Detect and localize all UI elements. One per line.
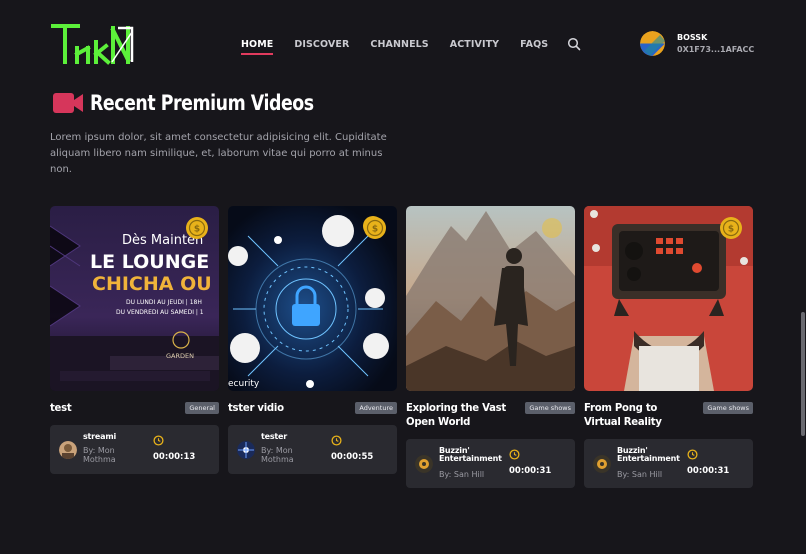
coin-icon: $: [364, 217, 386, 239]
coin-icon: $: [720, 217, 742, 239]
search-icon[interactable]: [567, 37, 581, 51]
video-meta: Buzzin' Entertainment By: San Hill 00:00…: [584, 439, 753, 488]
video-thumbnail[interactable]: ecurity $: [228, 206, 397, 391]
section-header: Recent Premium Videos: [52, 90, 333, 116]
video-thumbnail[interactable]: Dès Mainten LE LOUNGE CHICHA OU DU LUNDI…: [50, 206, 219, 391]
author-name: By: San Hill: [439, 470, 485, 479]
category-badge: Adventure: [355, 402, 397, 414]
video-title[interactable]: test: [50, 401, 72, 415]
mountain-thumbnail-image: [406, 206, 575, 391]
svg-text:$: $: [372, 225, 378, 235]
channel-name[interactable]: Buzzin' Entertainment: [439, 447, 502, 463]
category-badge: Game shows: [525, 402, 575, 414]
author-name: By: Mon Mothma: [83, 446, 116, 464]
video-duration: 00:00:31: [509, 466, 552, 476]
main-nav: HOME DISCOVER CHANNELS ACTIVITY FAQS: [241, 37, 581, 55]
page-title: Recent Premium Videos: [90, 91, 314, 115]
clock-icon: [687, 449, 698, 460]
page-scrollbar[interactable]: [801, 312, 805, 436]
channel-name[interactable]: Buzzin' Entertainment: [617, 447, 680, 463]
nav-home[interactable]: HOME: [241, 39, 274, 55]
nav-faqs[interactable]: FAQS: [520, 39, 548, 50]
nav-activity[interactable]: ACTIVITY: [450, 39, 499, 50]
clock-icon: [509, 449, 520, 460]
video-thumbnail[interactable]: $: [584, 206, 753, 391]
coin-icon: $: [186, 217, 208, 239]
category-badge: General: [185, 402, 219, 414]
video-camera-icon: [53, 93, 83, 113]
author-name: By: San Hill: [617, 470, 663, 479]
category-badge: Game shows: [703, 402, 753, 414]
svg-text:$: $: [728, 225, 734, 235]
channel-name[interactable]: streami: [83, 433, 143, 441]
author-name: By: Mon Mothma: [261, 446, 294, 464]
wallet-address: 0X1F73...1AFACC: [677, 45, 755, 54]
video-card[interactable]: Dès Mainten LE LOUNGE CHICHA OU DU LUNDI…: [50, 206, 219, 474]
clock-icon: [153, 435, 164, 446]
channel-name[interactable]: tester: [261, 433, 321, 441]
video-duration: 00:00:31: [687, 466, 730, 476]
video-meta: Buzzin' Entertainment By: San Hill 00:00…: [406, 439, 575, 488]
svg-text:LE LOUNGE: LE LOUNGE: [90, 251, 209, 273]
user-profile[interactable]: BOSSK 0X1F73...1AFACC: [640, 31, 754, 56]
clock-icon: [331, 435, 342, 446]
svg-text:DU VENDREDI AU SAMEDI | 1: DU VENDREDI AU SAMEDI | 1: [116, 309, 204, 316]
logo[interactable]: [50, 20, 134, 68]
channel-avatar: [593, 455, 611, 473]
video-duration: 00:00:55: [331, 452, 374, 462]
video-meta: streami By: Mon Mothma 00:00:13: [50, 425, 219, 474]
nav-discover[interactable]: DISCOVER: [294, 39, 349, 50]
user-name: BOSSK: [677, 33, 708, 42]
video-meta: tester By: Mon Mothma 00:00:55: [228, 425, 397, 474]
video-thumbnail[interactable]: [406, 206, 575, 391]
nav-channels[interactable]: CHANNELS: [370, 39, 428, 50]
svg-text:DU LUNDI AU JEUDI | 18H: DU LUNDI AU JEUDI | 18H: [126, 299, 202, 306]
svg-text:ecurity: ecurity: [228, 379, 260, 389]
svg-text:$: $: [194, 225, 200, 235]
svg-text:GARDEN: GARDEN: [166, 352, 194, 360]
video-duration: 00:00:13: [153, 452, 196, 462]
section-description: Lorem ipsum dolor, sit amet consectetur …: [50, 132, 387, 175]
avatar: [640, 31, 665, 56]
channel-avatar: [415, 455, 433, 473]
channel-avatar: [237, 441, 255, 459]
video-card[interactable]: ecurity $ tster vidio Adventure tester B…: [228, 206, 397, 474]
video-title[interactable]: tster vidio: [228, 401, 284, 415]
channel-avatar: [59, 441, 77, 459]
video-card[interactable]: $ From Pong to Virtual Reality Game show…: [584, 206, 753, 488]
video-card[interactable]: Exploring the Vast Open World Game shows…: [406, 206, 575, 488]
video-title[interactable]: Exploring the Vast Open World: [406, 401, 516, 429]
svg-text:CHICHA OU: CHICHA OU: [92, 273, 212, 295]
video-title[interactable]: From Pong to Virtual Reality: [584, 401, 694, 429]
